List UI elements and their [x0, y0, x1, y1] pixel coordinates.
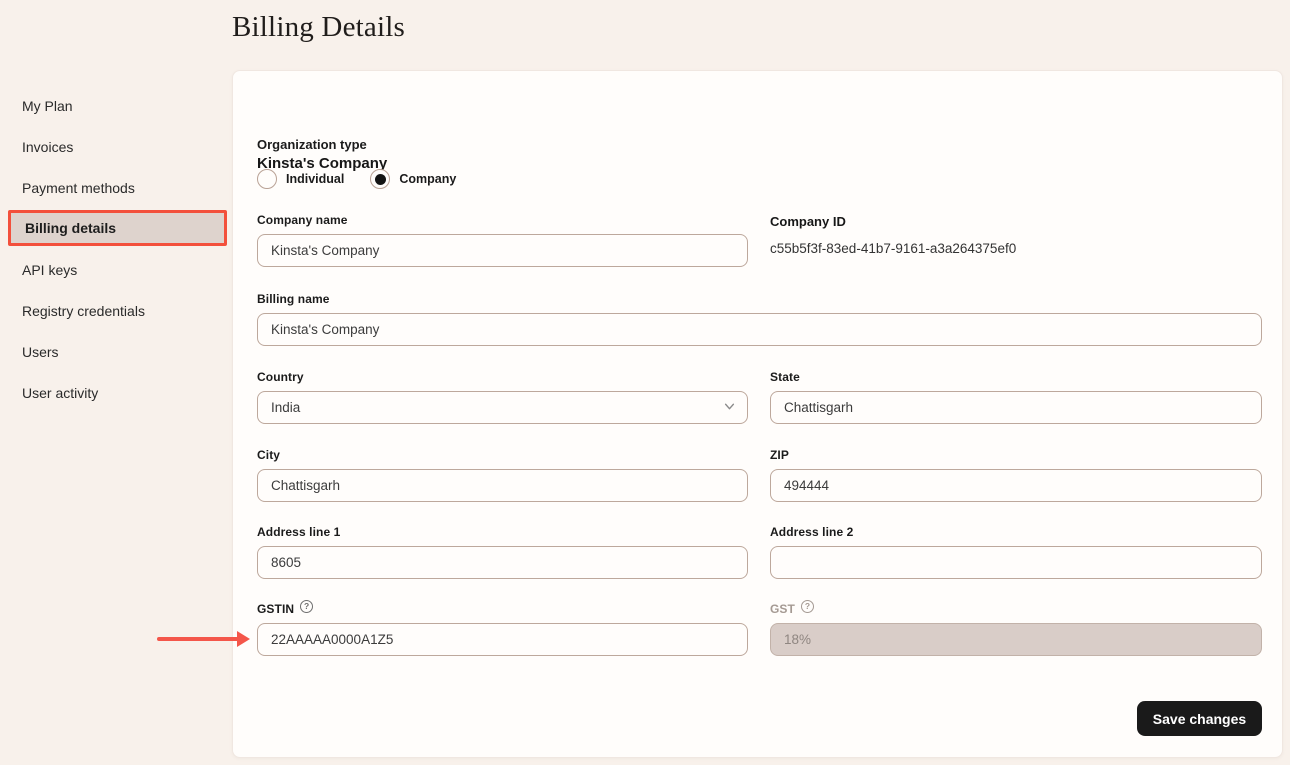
- annotation-arrow-gstin: [157, 631, 252, 647]
- sidebar-item-registry-credentials[interactable]: Registry credentials: [0, 290, 232, 331]
- radio-individual[interactable]: Individual: [257, 169, 344, 189]
- company-name-input[interactable]: [257, 234, 748, 267]
- city-label: City: [257, 447, 748, 462]
- city-group: City: [257, 447, 748, 502]
- gstin-help-icon[interactable]: ?: [300, 600, 313, 613]
- gst-label: GST ?: [770, 601, 1262, 616]
- sidebar-item-users[interactable]: Users: [0, 331, 232, 372]
- country-select[interactable]: [257, 391, 748, 424]
- company-id-group: Company ID c55b5f3f-83ed-41b7-9161-a3a26…: [770, 214, 1262, 256]
- country-group: Country: [257, 369, 748, 424]
- billing-name-label: Billing name: [257, 291, 1262, 306]
- address-line-2-group: Address line 2: [770, 524, 1262, 579]
- radio-company-circle: [370, 169, 390, 189]
- address-line-1-group: Address line 1: [257, 524, 748, 579]
- company-id-value: c55b5f3f-83ed-41b7-9161-a3a264375ef0: [770, 241, 1262, 256]
- sidebar-item-my-plan[interactable]: My Plan: [0, 85, 232, 126]
- state-group: State: [770, 369, 1262, 424]
- save-changes-button[interactable]: Save changes: [1137, 701, 1262, 736]
- sidebar-item-api-keys[interactable]: API keys: [0, 249, 232, 290]
- gst-group: GST ?: [770, 601, 1262, 656]
- address-line-2-input[interactable]: [770, 546, 1262, 579]
- sidebar-item-user-activity[interactable]: User activity: [0, 372, 232, 413]
- address-line-1-label: Address line 1: [257, 524, 748, 539]
- state-input[interactable]: [770, 391, 1262, 424]
- billing-sidebar: My Plan Invoices Payment methods Billing…: [0, 85, 232, 413]
- gst-help-icon[interactable]: ?: [801, 600, 814, 613]
- zip-group: ZIP: [770, 447, 1262, 502]
- gstin-label: GSTIN ?: [257, 601, 748, 616]
- gstin-input[interactable]: [257, 623, 748, 656]
- country-label: Country: [257, 369, 748, 384]
- sidebar-item-billing-details[interactable]: Billing details: [8, 210, 227, 246]
- radio-individual-label: Individual: [286, 172, 344, 186]
- company-name-label: Company name: [257, 212, 748, 227]
- gst-input: [770, 623, 1262, 656]
- radio-company-label: Company: [399, 172, 456, 186]
- radio-company[interactable]: Company: [370, 169, 456, 189]
- radio-individual-circle: [257, 169, 277, 189]
- gstin-group: GSTIN ?: [257, 601, 748, 656]
- zip-label: ZIP: [770, 447, 1262, 462]
- sidebar-item-payment-methods[interactable]: Payment methods: [0, 167, 232, 208]
- company-id-label: Company ID: [770, 214, 1262, 229]
- annotation-arrow-shaft: [157, 637, 239, 641]
- billing-name-input[interactable]: [257, 313, 1262, 346]
- sidebar-item-invoices[interactable]: Invoices: [0, 126, 232, 167]
- state-label: State: [770, 369, 1262, 384]
- billing-name-group: Billing name: [257, 291, 1262, 346]
- page-title: Billing Details: [232, 11, 405, 44]
- zip-input[interactable]: [770, 469, 1262, 502]
- address-line-2-label: Address line 2: [770, 524, 1262, 539]
- annotation-arrow-head: [237, 631, 250, 647]
- organization-type-radio-group: Individual Company: [257, 169, 456, 189]
- organization-type-label: Organization type: [257, 137, 367, 152]
- billing-details-panel: Kinsta's Company Organization type Indiv…: [232, 70, 1283, 758]
- address-line-1-input[interactable]: [257, 546, 748, 579]
- city-input[interactable]: [257, 469, 748, 502]
- company-name-group: Company name: [257, 212, 748, 267]
